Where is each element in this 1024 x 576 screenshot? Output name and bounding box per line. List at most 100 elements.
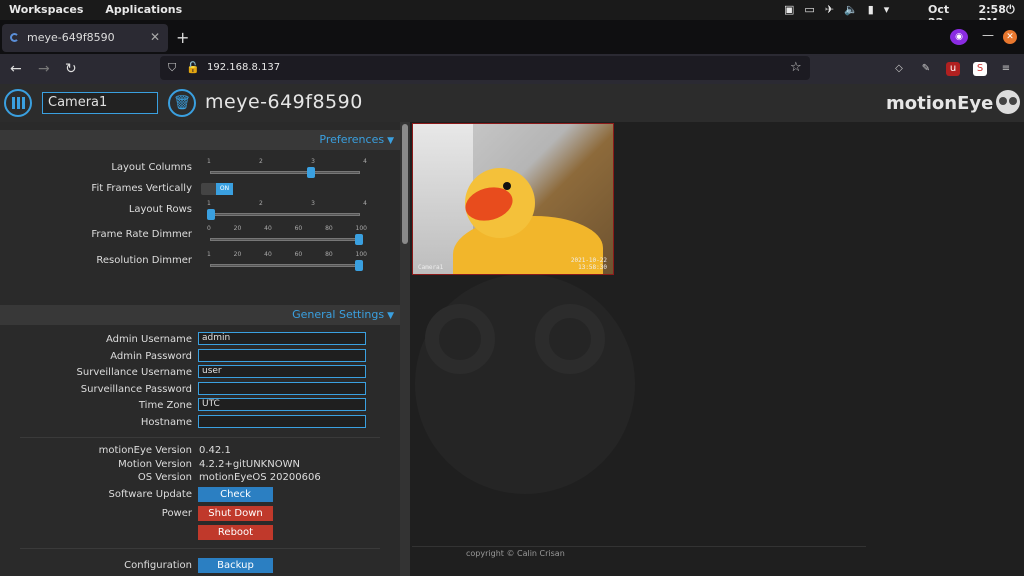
motion-version-label: Motion Version — [118, 459, 192, 470]
new-tab-button[interactable]: + — [176, 28, 189, 47]
frame-rate-dimmer-slider[interactable] — [210, 234, 363, 245]
workspaces-menu[interactable]: Workspaces — [9, 3, 83, 16]
screen-icon[interactable]: ▭ — [804, 3, 814, 16]
loading-icon — [10, 33, 19, 42]
page-header: Camera1 🗑 meye-649f8590 motionEye — [0, 84, 1024, 122]
slider-knob[interactable] — [355, 260, 363, 271]
bookmark-star-icon[interactable]: ☆ — [790, 60, 802, 75]
check-update-button[interactable]: Check — [198, 487, 273, 502]
software-update-label: Software Update — [108, 489, 192, 500]
fit-frames-toggle[interactable]: ON — [201, 183, 233, 195]
layout-columns-ticks: 1234 — [207, 158, 367, 165]
surveillance-password-field[interactable] — [198, 382, 366, 395]
trash-icon[interactable]: 🗑 — [168, 89, 196, 117]
sync-icon[interactable]: S — [973, 62, 987, 76]
device-name: meye-649f8590 — [205, 91, 363, 113]
fit-frames-label: Fit Frames Vertically — [91, 183, 192, 194]
power-label: Power — [161, 508, 192, 519]
time-zone-select[interactable]: UTC — [198, 398, 366, 411]
resolution-dimmer-ticks: 1 20 40 60 80 100 — [207, 251, 367, 258]
backup-button[interactable]: Backup — [198, 558, 273, 573]
battery-icon[interactable]: ▮ — [868, 3, 874, 16]
layout-columns-label: Layout Columns — [111, 162, 192, 173]
airplane-icon[interactable]: ✈ — [825, 3, 834, 16]
scrollbar-thumb[interactable] — [402, 124, 408, 244]
tray-app-icon[interactable]: ▣ — [784, 3, 794, 16]
layout-rows-label: Layout Rows — [128, 204, 192, 215]
settings-menu-button[interactable] — [4, 89, 32, 117]
power-icon[interactable]: ⏻ — [1006, 3, 1015, 17]
preferences-section-header[interactable]: Preferences ▼ — [0, 130, 400, 150]
divider — [20, 437, 380, 438]
slider-knob[interactable] — [207, 209, 215, 220]
layout-rows-slider[interactable] — [207, 209, 360, 220]
settings-panel: Preferences ▼ Layout Columns 1234 Fit Fra… — [0, 122, 400, 576]
camera-timestamp: 2021-10-22 13:58:30 — [570, 257, 607, 271]
slider-knob[interactable] — [307, 167, 315, 178]
shutdown-button[interactable]: Shut Down — [198, 506, 273, 521]
configuration-label: Configuration — [124, 560, 192, 571]
forward-arrow-icon[interactable]: → — [38, 61, 50, 77]
back-arrow-icon[interactable]: ← — [10, 61, 22, 77]
surveillance-username-field[interactable]: user — [198, 365, 366, 378]
minimize-window-button[interactable]: — — [982, 28, 994, 42]
chevron-down-icon: ▼ — [387, 136, 394, 146]
motion-version-value: 4.2.2+gitUNKNOWN — [199, 459, 300, 470]
chevron-down-icon: ▼ — [387, 311, 394, 321]
camera-frame[interactable]: Camera1 2021-10-22 13:58:30 — [412, 123, 614, 275]
system-top-bar: Workspaces Applications ▣ ▭ ✈ 🔈 ▮ ▾ Oct … — [0, 0, 1024, 29]
settings-scrollbar[interactable] — [400, 122, 410, 576]
slider-knob[interactable] — [355, 234, 363, 245]
insecure-lock-icon[interactable]: 🔓 — [186, 61, 200, 74]
chevron-down-icon[interactable]: ▾ — [884, 3, 890, 16]
frame-rate-dimmer-label: Frame Rate Dimmer — [91, 229, 192, 240]
os-version-value: motionEyeOS 20200606 — [199, 472, 321, 483]
browser-tab[interactable]: meye-649f8590 ✕ — [2, 24, 168, 52]
background-owl-watermark — [415, 274, 635, 494]
browser-nav-bar: ← → ↻ ⛉ 🔓 192.168.8.137 ☆ ◇ ✎ u S ≡ — [0, 54, 1024, 84]
motioneye-page: Camera1 🗑 meye-649f8590 motionEye Prefer… — [0, 84, 1024, 576]
close-tab-icon[interactable]: ✕ — [150, 30, 160, 44]
divider — [20, 548, 380, 549]
volume-icon[interactable]: 🔈 — [844, 3, 858, 16]
hostname-label: Hostname — [140, 417, 192, 428]
layout-rows-ticks: 1234 — [207, 200, 367, 207]
ublock-icon[interactable]: u — [946, 62, 960, 76]
admin-username-label: Admin Username — [105, 334, 192, 345]
admin-password-field[interactable] — [198, 349, 366, 362]
time-zone-label: Time Zone — [138, 400, 192, 411]
copyright-text: copyright © Calin Crisan — [466, 549, 565, 558]
hostname-field[interactable] — [198, 415, 366, 428]
extension-icon[interactable]: ✎ — [919, 62, 933, 76]
url-bar[interactable]: ⛉ 🔓 192.168.8.137 ☆ — [160, 56, 810, 80]
camera-select[interactable]: Camera1 — [42, 92, 158, 114]
hamburger-menu-icon[interactable]: ≡ — [999, 62, 1013, 76]
motioneye-version-label: motionEye Version — [98, 445, 192, 456]
resolution-dimmer-slider[interactable] — [210, 260, 363, 271]
preferences-title: Preferences — [319, 133, 385, 146]
browser-tab-strip: meye-649f8590 ✕ + ◉ — ✕ — [0, 20, 1024, 54]
close-window-button[interactable]: ✕ — [1003, 30, 1017, 44]
toggle-state: ON — [216, 183, 233, 195]
shield-icon[interactable]: ⛉ — [168, 61, 176, 75]
admin-password-label: Admin Password — [110, 351, 192, 362]
pocket-icon[interactable]: ◇ — [892, 62, 906, 76]
frame-rate-dimmer-ticks: 0 20 40 60 80 100 — [207, 225, 367, 232]
owl-logo-icon — [996, 90, 1020, 114]
reboot-button[interactable]: Reboot — [198, 525, 273, 540]
surveillance-username-label: Surveillance Username — [76, 367, 192, 378]
motioneye-version-value: 0.42.1 — [199, 445, 231, 456]
tab-title: meye-649f8590 — [27, 31, 115, 44]
reload-icon[interactable]: ↻ — [65, 61, 77, 77]
applications-menu[interactable]: Applications — [105, 3, 182, 16]
resolution-dimmer-label: Resolution Dimmer — [96, 255, 192, 266]
brand-logo-text: motionEye — [886, 93, 994, 114]
camera-overlay-name: Camera1 — [418, 264, 444, 271]
url-text[interactable]: 192.168.8.137 — [207, 62, 280, 73]
general-settings-title: General Settings — [292, 308, 385, 321]
private-browsing-icon: ◉ — [950, 29, 968, 45]
layout-columns-slider[interactable] — [210, 167, 360, 178]
admin-username-field[interactable]: admin — [198, 332, 366, 345]
general-settings-section-header[interactable]: General Settings ▼ — [0, 305, 400, 325]
surveillance-password-label: Surveillance Password — [80, 384, 192, 395]
